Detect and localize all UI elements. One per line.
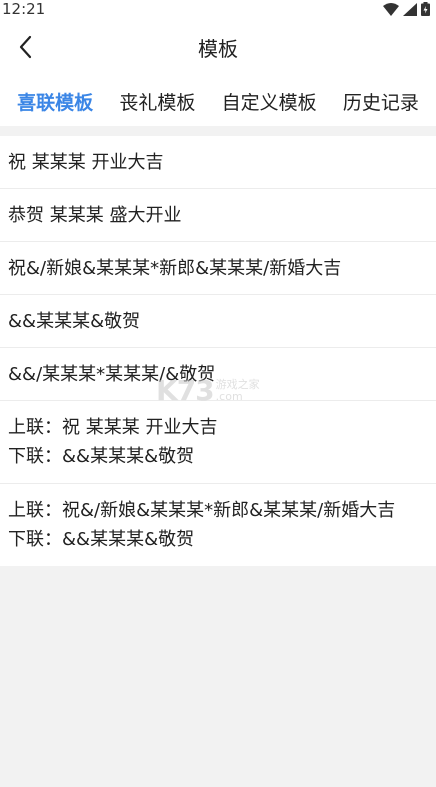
template-item[interactable]: &&某某某&敬贺 [0, 295, 436, 348]
status-icons [383, 2, 430, 16]
template-upper-line: 上联：祝 某某某 开业大吉 [8, 417, 218, 438]
template-text: 恭贺 某某某 盛大开业 [8, 204, 182, 226]
status-time: 12:21 [2, 0, 46, 18]
wifi-icon [383, 2, 399, 16]
nav-bar: 模板 [0, 18, 436, 76]
template-text: &&/某某某*某某某/&敬贺 [8, 363, 216, 385]
template-item[interactable]: &&/某某某*某某某/&敬贺 [0, 348, 436, 401]
template-list: 祝 某某某 开业大吉 恭贺 某某某 盛大开业 祝&/新娘&某某某*新郎&某某某/… [0, 136, 436, 566]
template-item[interactable]: 上联：祝&/新娘&某某某*新郎&某某某/新婚大吉 下联：&&某某某&敬贺 [0, 484, 436, 566]
chevron-left-icon [19, 35, 32, 59]
template-item[interactable]: 上联：祝 某某某 开业大吉 下联：&&某某某&敬贺 [0, 401, 436, 484]
back-button[interactable] [10, 30, 40, 64]
template-item[interactable]: 祝 某某某 开业大吉 [0, 136, 436, 189]
status-bar: 12:21 [0, 0, 436, 18]
tab-funeral-templates[interactable]: 丧礼模板 [117, 88, 197, 115]
battery-icon [421, 2, 430, 16]
tab-history[interactable]: 历史记录 [341, 88, 421, 115]
signal-icon [403, 2, 417, 16]
tab-bar: 喜联模板 丧礼模板 自定义模板 历史记录 [0, 76, 436, 126]
template-item[interactable]: 恭贺 某某某 盛大开业 [0, 189, 436, 242]
template-lower-line: 下联：&&某某某&敬贺 [8, 529, 195, 550]
template-text: 祝 某某某 开业大吉 [8, 151, 164, 173]
template-text: &&某某某&敬贺 [8, 310, 141, 332]
tab-custom-templates[interactable]: 自定义模板 [220, 88, 319, 115]
template-item[interactable]: 祝&/新娘&某某某*新郎&某某某/新婚大吉 [0, 242, 436, 295]
tab-wedding-templates[interactable]: 喜联模板 [15, 88, 95, 115]
template-lower-line: 下联：&&某某某&敬贺 [8, 446, 195, 467]
template-upper-line: 上联：祝&/新娘&某某某*新郎&某某某/新婚大吉 [8, 500, 396, 521]
template-text: 祝&/新娘&某某某*新郎&某某某/新婚大吉 [8, 257, 342, 279]
page-title: 模板 [198, 36, 238, 61]
